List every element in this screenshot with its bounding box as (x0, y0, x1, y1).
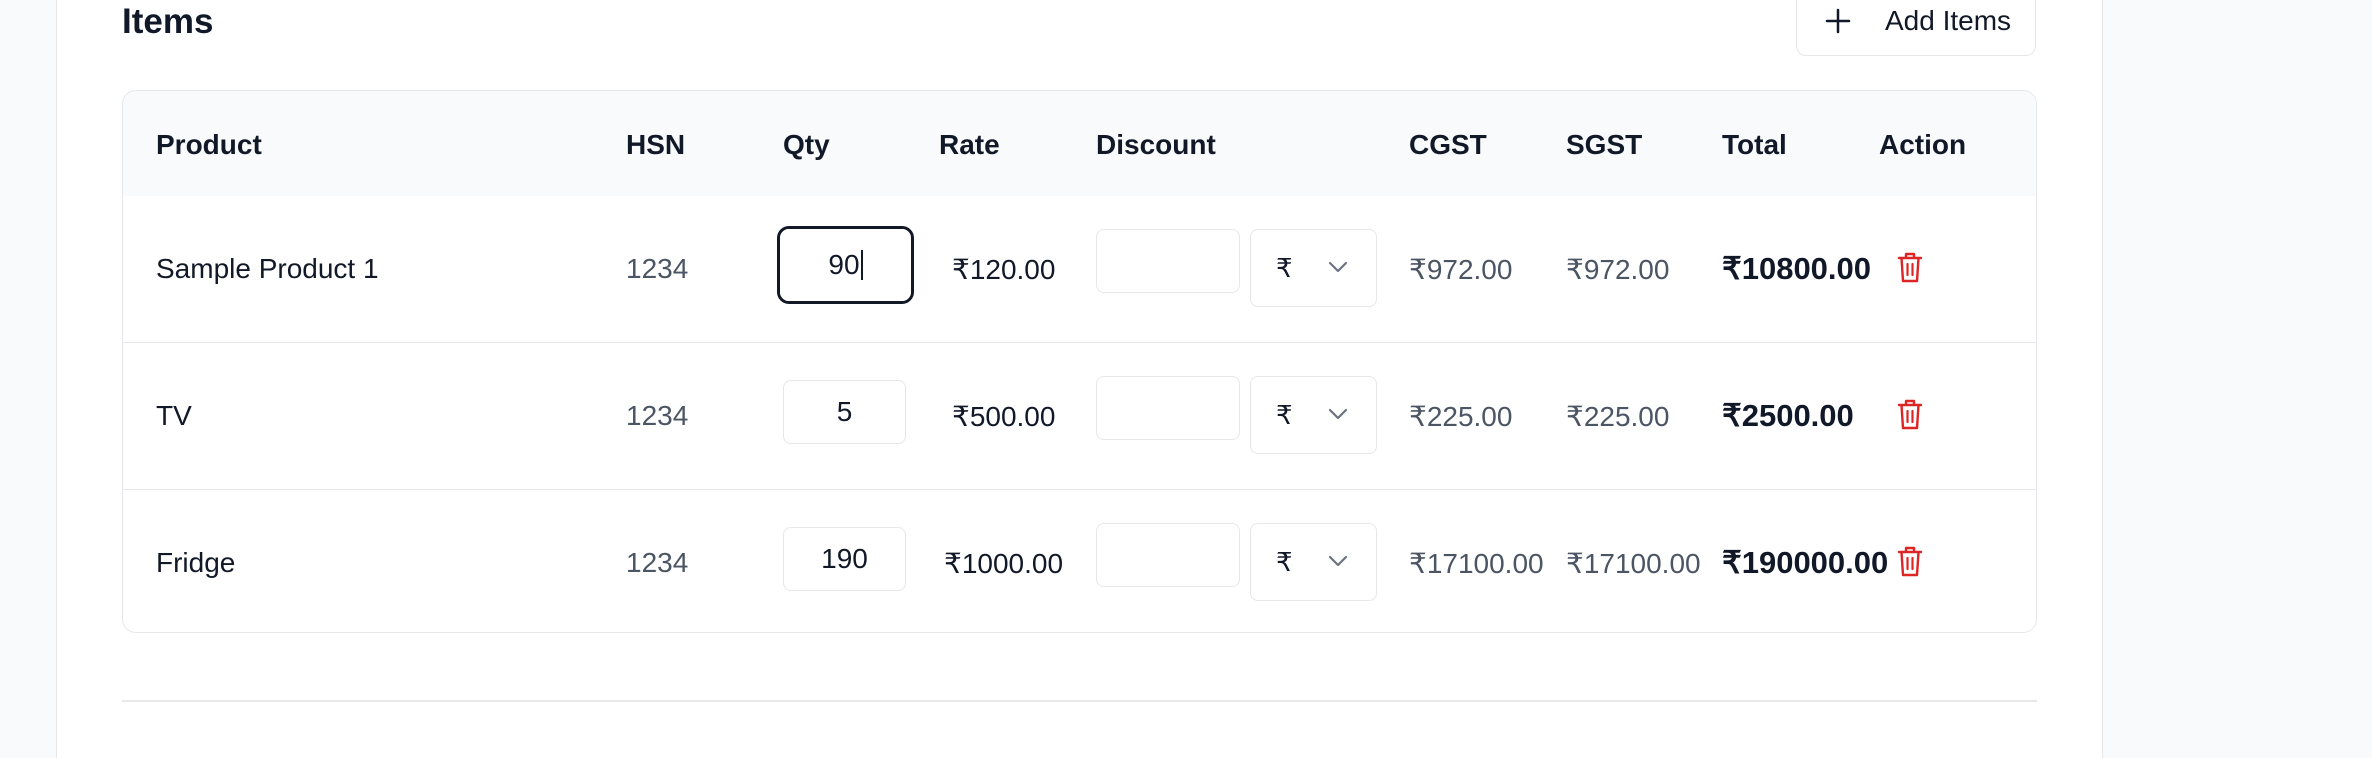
header-product: Product (156, 129, 262, 160)
discount-input[interactable] (1096, 523, 1240, 587)
add-items-label: Add Items (1885, 5, 2012, 36)
rate-value: ₹1000.00 (944, 547, 1064, 579)
total-value: ₹190000.00 (1722, 545, 1889, 580)
qty-value: 90 (828, 249, 860, 280)
header-hsn: HSN (626, 129, 686, 160)
table-row: TV 1234 5 ₹500.00 ₹ ₹225.00 ₹225.00 ₹250… (123, 343, 2036, 490)
hsn-code: 1234 (626, 400, 689, 431)
text-caret (860, 250, 863, 280)
section-title: Items (122, 2, 214, 41)
qty-input[interactable]: 90 (777, 226, 914, 304)
sgst-value: ₹225.00 (1566, 400, 1670, 432)
discount-type-value: ₹ (1276, 399, 1293, 430)
qty-input[interactable]: 5 (783, 380, 906, 444)
total-value: ₹2500.00 (1722, 398, 1854, 433)
discount-type-value: ₹ (1276, 546, 1293, 577)
discount-type-select[interactable]: ₹ (1250, 376, 1377, 454)
product-name: TV (156, 400, 192, 431)
header-action: Action (1879, 129, 1967, 160)
discount-input[interactable] (1096, 376, 1240, 440)
header-qty: Qty (783, 129, 830, 160)
table-row: Fridge 1234 190 ₹1000.00 ₹ ₹17100.00 ₹17… (123, 490, 2036, 632)
rate-value: ₹500.00 (952, 400, 1056, 432)
total-value: ₹10800.00 (1722, 251, 1872, 286)
chevron-down-icon (1328, 261, 1348, 273)
cgst-value: ₹17100.00 (1409, 547, 1544, 579)
chevron-down-icon (1328, 408, 1348, 420)
items-table: Product HSN Qty Rate Discount CGST SGST … (122, 90, 2037, 633)
trash-icon[interactable] (1897, 398, 1923, 431)
section-divider (122, 700, 2037, 702)
hsn-code: 1234 (626, 253, 689, 284)
table-row: Sample Product 1 1234 90 ₹120.00 ₹ ₹972.… (123, 196, 2036, 343)
discount-type-select[interactable]: ₹ (1250, 523, 1377, 601)
product-name: Sample Product 1 (156, 253, 379, 284)
add-items-button[interactable]: Add Items (1796, 0, 2036, 56)
discount-type-value: ₹ (1276, 252, 1293, 283)
header-discount: Discount (1096, 129, 1216, 160)
product-name: Fridge (156, 547, 236, 578)
trash-icon[interactable] (1897, 251, 1923, 284)
header-sgst: SGST (1566, 129, 1643, 160)
cgst-value: ₹225.00 (1409, 400, 1513, 432)
discount-type-select[interactable]: ₹ (1250, 229, 1377, 307)
cgst-value: ₹972.00 (1409, 253, 1513, 285)
sgst-value: ₹972.00 (1566, 253, 1670, 285)
sgst-value: ₹17100.00 (1566, 547, 1701, 579)
rate-value: ₹120.00 (952, 253, 1056, 285)
chevron-down-icon (1328, 555, 1348, 567)
trash-icon[interactable] (1897, 545, 1923, 578)
qty-input[interactable]: 190 (783, 527, 906, 591)
header-rate: Rate (939, 129, 1000, 160)
discount-input[interactable] (1096, 229, 1240, 293)
hsn-code: 1234 (626, 547, 689, 578)
table-header: Product HSN Qty Rate Discount CGST SGST … (123, 91, 2036, 196)
header-total: Total (1722, 129, 1787, 160)
plus-icon (1825, 8, 1851, 34)
header-cgst: CGST (1409, 129, 1487, 160)
